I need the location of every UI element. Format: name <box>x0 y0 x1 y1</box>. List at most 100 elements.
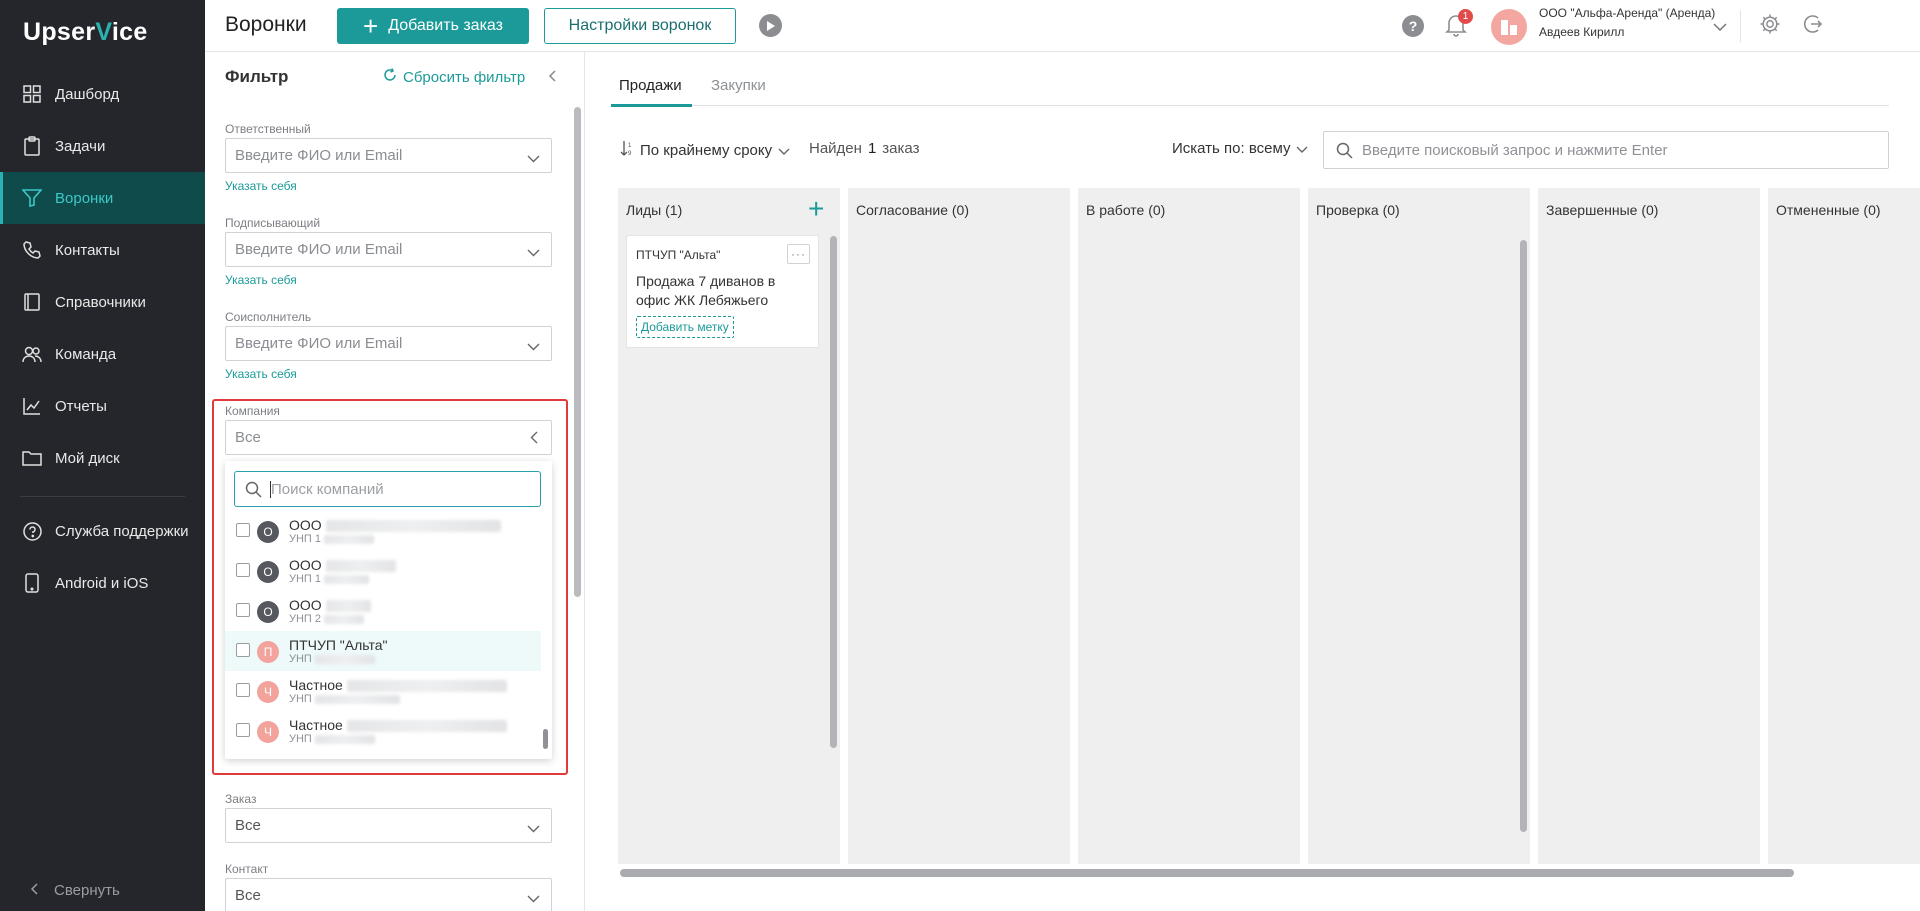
company-checkbox[interactable] <box>236 603 250 617</box>
company-search-input[interactable]: Поиск компаний <box>234 471 541 507</box>
company-checkbox[interactable] <box>236 643 250 657</box>
company-avatar: Ч <box>257 721 279 743</box>
column-scrollbar[interactable] <box>1520 240 1527 832</box>
company-option[interactable]: П ПТЧУП "Альта" УНП <box>225 631 541 671</box>
responsible-set-self-link[interactable]: Указать себя <box>225 179 297 193</box>
add-tag-button[interactable]: Добавить метку <box>636 316 734 338</box>
tab-purchases[interactable]: Закупки <box>711 77 766 94</box>
company-name: ООО <box>289 597 371 613</box>
sidebar-item-support[interactable]: Служба поддержки <box>0 505 205 557</box>
kanban-column: В работе (0) <box>1078 188 1300 864</box>
reset-filter-label: Сбросить фильтр <box>403 68 526 86</box>
signer-select[interactable]: Введите ФИО или Email <box>225 232 552 267</box>
org-avatar[interactable] <box>1491 9 1527 45</box>
dropdown-scrollbar[interactable] <box>543 729 548 749</box>
card-menu-button[interactable]: ··· <box>787 244 810 264</box>
company-avatar: О <box>257 521 279 543</box>
sidebar-item-contacts[interactable]: Контакты <box>0 224 205 276</box>
search-icon <box>1336 142 1353 163</box>
coexecutor-set-self-link[interactable]: Указать себя <box>225 367 297 381</box>
order-search-placeholder: Введите поисковый запрос и нажмите Enter <box>1362 141 1668 159</box>
sidebar-item-tasks[interactable]: Задачи <box>0 120 205 172</box>
user-name[interactable]: Авдеев Кирилл <box>1539 25 1624 39</box>
notification-badge: 1 <box>1458 9 1473 24</box>
svg-text:1: 1 <box>628 143 632 149</box>
kanban-column: Завершенные (0) <box>1538 188 1760 864</box>
filter-title: Фильтр <box>225 67 289 86</box>
sidebar-item-funnels[interactable]: Воронки <box>0 172 205 224</box>
column-scrollbar[interactable] <box>830 236 837 748</box>
funnel-tabs: Продажи Закупки <box>611 64 1889 107</box>
collapse-filter-icon[interactable] <box>548 69 556 87</box>
refresh-icon <box>383 68 397 86</box>
tab-active-indicator <box>611 104 692 107</box>
responsible-select[interactable]: Введите ФИО или Email <box>225 138 552 173</box>
logout-icon[interactable] <box>1801 13 1823 40</box>
company-checkbox[interactable] <box>236 683 250 697</box>
filter-panel: Фильтр Сбросить фильтр Ответственный Вве… <box>205 52 585 911</box>
signer-set-self-link[interactable]: Указать себя <box>225 273 297 287</box>
company-checkbox[interactable] <box>236 563 250 577</box>
company-option[interactable]: О ООО УНП 1 <box>225 551 541 591</box>
kanban-column: Лиды (1) + ПТЧУП "Альта" ··· Продажа 7 д… <box>618 188 840 864</box>
column-title: Согласование (0) <box>856 202 969 218</box>
chevron-left-icon <box>530 431 538 448</box>
sidebar-item-mobile-apps[interactable]: Android и iOS <box>0 557 205 609</box>
sidebar-item-team[interactable]: Команда <box>0 328 205 380</box>
order-value: Все <box>235 817 261 834</box>
collapse-label: Свернуть <box>54 882 120 899</box>
sidebar: UpserVice Дашборд Задачи Воронки Контакт… <box>0 0 205 911</box>
column-title: В работе (0) <box>1086 202 1166 218</box>
company-unp: УНП 2 <box>289 613 365 625</box>
order-card[interactable]: ПТЧУП "Альта" ··· Продажа 7 диванов в оф… <box>626 235 819 348</box>
company-name: ПТЧУП "Альта" <box>289 637 388 653</box>
company-option[interactable]: О ООО УНП 2 <box>225 591 541 631</box>
collapse-sidebar-button[interactable]: Свернуть <box>30 882 120 899</box>
topbar-divider <box>1740 10 1741 42</box>
company-checkbox[interactable] <box>236 523 250 537</box>
sidebar-item-label: Служба поддержки <box>55 522 189 540</box>
contact-select[interactable]: Все <box>225 878 552 911</box>
sort-select[interactable]: 19 По крайнему сроку <box>620 140 790 160</box>
sort-label: По крайнему сроку <box>640 141 773 159</box>
reset-filter-button[interactable]: Сбросить фильтр <box>383 68 525 86</box>
card-title: Продажа 7 диванов в офис ЖК Лебяжьего <box>636 273 776 308</box>
order-search-input[interactable]: Введите поисковый запрос и нажмите Enter <box>1323 131 1889 169</box>
folder-icon <box>22 448 42 468</box>
sidebar-item-reports[interactable]: Отчеты <box>0 380 205 432</box>
sidebar-item-my-disk[interactable]: Мой диск <box>0 432 205 484</box>
search-scope-select[interactable]: Искать по: всему <box>1172 140 1308 157</box>
order-select[interactable]: Все <box>225 808 552 843</box>
company-checkbox[interactable] <box>236 723 250 737</box>
add-order-button[interactable]: + Добавить заказ <box>337 8 529 44</box>
company-search-placeholder: Поиск компаний <box>271 480 384 498</box>
funnel-settings-button[interactable]: Настройки воронок <box>544 8 736 44</box>
company-option[interactable]: Ч Частное УНП <box>225 671 541 711</box>
tab-sales[interactable]: Продажи <box>611 77 692 107</box>
sidebar-item-label: Контакты <box>55 241 120 259</box>
company-value: Все <box>235 429 261 446</box>
search-scope-label: Искать по: всему <box>1172 140 1291 157</box>
board-horizontal-scrollbar[interactable] <box>620 869 1794 877</box>
chevron-down-icon[interactable] <box>1713 18 1727 36</box>
kanban-column: Отмененные (0) <box>1768 188 1920 864</box>
company-unp: УНП <box>289 693 400 705</box>
help-icon[interactable]: ? <box>1402 15 1424 37</box>
mobile-icon <box>22 573 42 593</box>
gear-icon[interactable] <box>1759 13 1781 40</box>
sidebar-item-references[interactable]: Справочники <box>0 276 205 328</box>
org-name[interactable]: ООО "Альфа-Аренда" (Аренда) <box>1539 6 1715 20</box>
coexecutor-select[interactable]: Введите ФИО или Email <box>225 326 552 361</box>
sidebar-item-dashboard[interactable]: Дашборд <box>0 68 205 120</box>
company-option[interactable]: Ч Частное УНП <box>225 711 541 751</box>
play-icon[interactable] <box>759 14 782 37</box>
company-label: Компания <box>225 404 280 418</box>
filter-scrollbar[interactable] <box>574 107 581 597</box>
logo[interactable]: UpserVice <box>23 18 148 47</box>
add-card-button[interactable]: + <box>808 195 824 223</box>
topbar: Воронки + Добавить заказ Настройки ворон… <box>205 0 1920 52</box>
company-select[interactable]: Все <box>225 420 552 455</box>
sidebar-nav: Дашборд Задачи Воронки Контакты Справочн… <box>0 68 205 609</box>
signer-label: Подписывающий <box>225 216 321 230</box>
company-option[interactable]: О ООО УНП 1 <box>225 511 541 551</box>
